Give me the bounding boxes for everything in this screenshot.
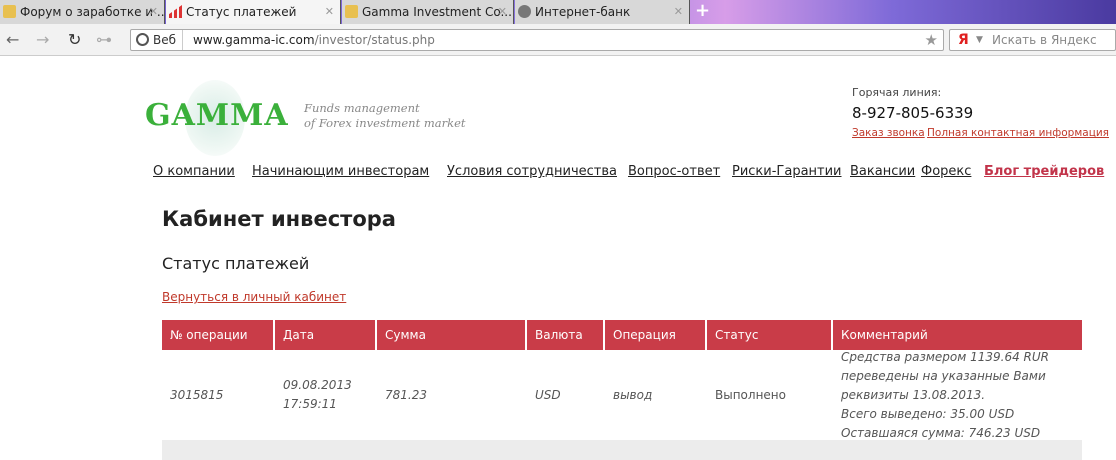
nav-vacancies[interactable]: Вакансии bbox=[850, 164, 915, 179]
col-header-status: Статус bbox=[707, 320, 831, 350]
nav-forex[interactable]: Форекс bbox=[921, 164, 971, 179]
tab-label: Форум о заработке и ... bbox=[20, 5, 165, 19]
tab-status[interactable]: Статус платежей ✕ bbox=[166, 0, 341, 24]
cell-operation: вывод bbox=[613, 387, 653, 402]
web-chip-label: Веб bbox=[153, 33, 177, 47]
cell-comment: Средства размером 1139.64 RUR переведены… bbox=[833, 350, 1082, 440]
comment-line: Всего выведено: 35.00 USD bbox=[841, 406, 1015, 421]
hotline-label: Горячая линия: bbox=[852, 86, 942, 99]
yandex-logo: Я bbox=[958, 32, 969, 48]
nav-faq[interactable]: Вопрос-ответ bbox=[628, 164, 720, 179]
close-tab-icon[interactable]: ✕ bbox=[325, 0, 334, 24]
forward-icon[interactable]: → bbox=[36, 30, 49, 49]
cell-id: 3015815 bbox=[170, 387, 224, 402]
folder-icon bbox=[345, 5, 358, 18]
tab-bank[interactable]: Интернет-банк ✕ bbox=[515, 0, 690, 24]
nav-about[interactable]: О компании bbox=[153, 164, 235, 179]
chevron-down-icon[interactable]: ▼ bbox=[976, 30, 983, 50]
bar-chart-icon bbox=[169, 5, 182, 18]
globe-icon bbox=[518, 5, 531, 18]
col-header-currency: Валюта bbox=[527, 320, 603, 350]
nav-beginners[interactable]: Начинающим инвесторам bbox=[252, 164, 429, 179]
comment-line: Средства размером 1139.64 RUR bbox=[841, 349, 1050, 364]
col-header-id: № операции bbox=[162, 320, 273, 350]
key-icon[interactable]: ⊶ bbox=[96, 30, 112, 49]
date: 09.08.2013 bbox=[283, 378, 352, 392]
logo[interactable]: GAMMA bbox=[145, 98, 289, 133]
web-chip[interactable]: Веб bbox=[131, 30, 183, 50]
tab-label: Интернет-банк bbox=[535, 5, 631, 19]
cell-date: 09.08.2013 17:59:11 bbox=[275, 350, 375, 440]
nav-terms[interactable]: Условия сотрудничества bbox=[447, 164, 617, 179]
nav-blog[interactable]: Блог трейдеров bbox=[984, 164, 1104, 179]
page-subtitle: Статус платежей bbox=[162, 254, 310, 273]
globe-icon bbox=[136, 33, 149, 46]
reload-icon[interactable]: ↻ bbox=[68, 30, 81, 49]
url-host: www.gamma-ic.com bbox=[193, 33, 315, 47]
col-header-date: Дата bbox=[275, 320, 375, 350]
table-row bbox=[162, 440, 1082, 460]
url-path: /investor/status.php bbox=[314, 33, 435, 47]
comment-line: переведены на указанные Вами bbox=[841, 368, 1046, 383]
new-tab-button[interactable]: + bbox=[695, 2, 710, 20]
col-header-operation: Операция bbox=[605, 320, 705, 350]
folder-icon bbox=[3, 5, 16, 18]
time: 17:59:11 bbox=[283, 397, 337, 411]
search-placeholder: Искать в Яндекс bbox=[992, 33, 1097, 47]
address-bar[interactable]: Веб www.gamma-ic.com/investor/status.php… bbox=[130, 29, 944, 51]
cell-status: Выполнено bbox=[715, 387, 786, 402]
tagline: Funds management of Forex investment mark… bbox=[304, 101, 466, 131]
cell-amount: 781.23 bbox=[385, 387, 427, 402]
page-title: Кабинет инвестора bbox=[162, 207, 396, 231]
phone-number: 8-927-805-6339 bbox=[852, 104, 974, 122]
contacts-link[interactable]: Полная контактная информация bbox=[927, 127, 1109, 139]
col-header-comment: Комментарий bbox=[833, 320, 1082, 350]
tagline-line: Funds management bbox=[304, 101, 420, 115]
tagline-line: of Forex investment market bbox=[304, 116, 466, 130]
col-header-amount: Сумма bbox=[377, 320, 525, 350]
cell-currency: USD bbox=[535, 387, 561, 402]
close-tab-icon[interactable]: ✕ bbox=[149, 0, 158, 24]
tab-label: Статус платежей bbox=[186, 5, 297, 19]
yandex-search-input[interactable]: Я ▼ Искать в Яндекс bbox=[949, 29, 1116, 51]
bookmark-star-icon[interactable]: ★ bbox=[925, 30, 938, 50]
tab-label: Gamma Investment Co... bbox=[362, 5, 512, 19]
close-tab-icon[interactable]: ✕ bbox=[674, 0, 683, 24]
tab-forum[interactable]: Форум о заработке и ... ✕ bbox=[0, 0, 165, 24]
callback-link[interactable]: Заказ звонка bbox=[852, 127, 925, 139]
back-icon[interactable]: ← bbox=[6, 30, 19, 49]
back-to-cabinet-link[interactable]: Вернуться в личный кабинет bbox=[162, 290, 346, 304]
url-text[interactable]: www.gamma-ic.com/investor/status.php bbox=[193, 30, 435, 50]
tab-gamma[interactable]: Gamma Investment Co... ✕ bbox=[342, 0, 514, 24]
nav-risks[interactable]: Риски-Гарантии bbox=[732, 164, 842, 179]
tab-bar: Форум о заработке и ... ✕ Статус платежей… bbox=[0, 0, 1116, 24]
close-tab-icon[interactable]: ✕ bbox=[498, 0, 507, 24]
comment-line: реквизиты 13.08.2013. bbox=[841, 387, 986, 402]
